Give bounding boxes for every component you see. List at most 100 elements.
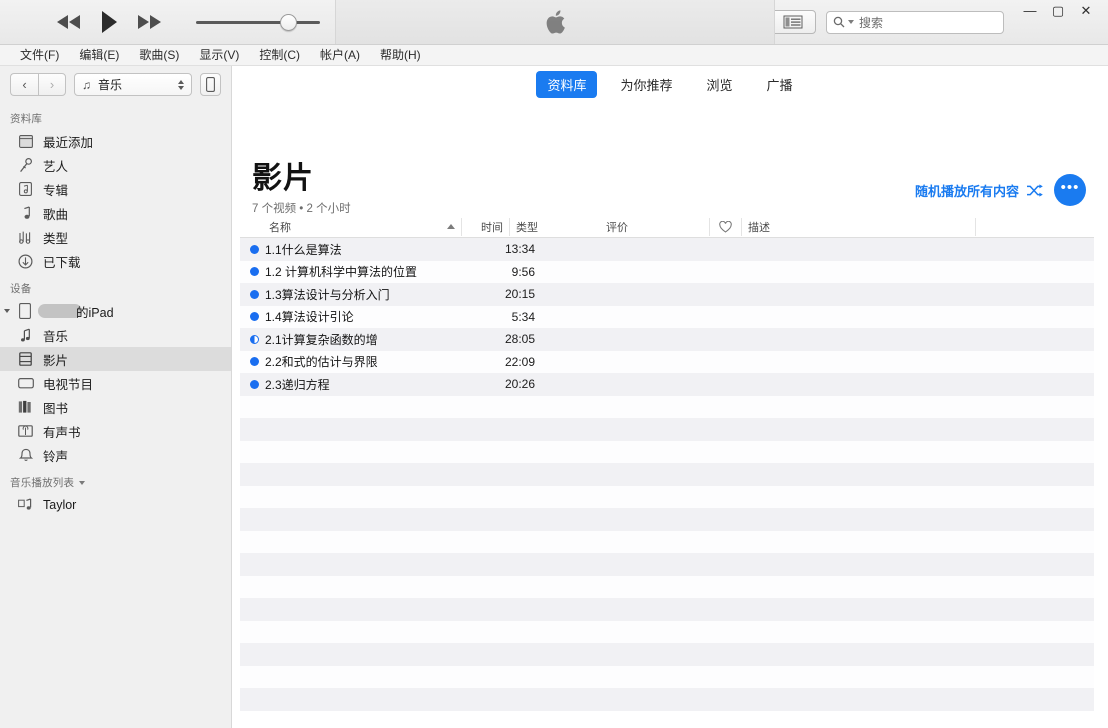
empty-table-row	[240, 463, 1094, 486]
apple-logo-icon	[545, 10, 566, 35]
content-scroll: 影片 7 个视频 • 2 个小时 随机播放所有内容 •••	[232, 103, 1108, 728]
sidebar-item-device-movies[interactable]: 影片	[0, 347, 231, 371]
column-header-name[interactable]: 名称	[244, 218, 462, 236]
recently-added-icon	[17, 133, 34, 150]
sidebar-item-label: 歌曲	[43, 204, 68, 223]
watched-status	[244, 290, 265, 299]
tv-icon	[17, 375, 34, 392]
table-row[interactable]: 1.1什么是算法 13:34	[240, 238, 1094, 261]
page-subtitle: 7 个视频 • 2 个小时	[252, 200, 351, 216]
unwatched-dot-icon	[250, 380, 259, 389]
sidebar-item-label: Taylor	[43, 498, 76, 512]
heart-icon	[719, 221, 732, 233]
table-row[interactable]: 1.2 计算机科学中算法的位置 9:56	[240, 261, 1094, 284]
tab-browse[interactable]: 浏览	[696, 71, 744, 98]
music-note-icon	[17, 327, 34, 344]
table-row[interactable]: 2.3递归方程 20:26	[240, 373, 1094, 396]
menu-account[interactable]: 帐户(A)	[310, 45, 370, 66]
forward-button[interactable]: ›	[38, 73, 66, 96]
column-header-time[interactable]: 时间	[462, 218, 510, 236]
back-button[interactable]: ‹	[10, 73, 38, 96]
menu-edit[interactable]: 编辑(E)	[69, 45, 129, 66]
more-options-button[interactable]: •••	[1054, 174, 1086, 206]
watched-status	[244, 357, 265, 366]
menu-song[interactable]: 歌曲(S)	[129, 45, 189, 66]
sidebar-item-downloaded[interactable]: 已下载	[0, 249, 231, 273]
track-name: 1.4算法设计引论	[265, 308, 487, 325]
tab-library[interactable]: 资料库	[536, 71, 597, 98]
fast-forward-button[interactable]	[136, 15, 162, 29]
sidebar-item-label: 最近添加	[43, 132, 93, 151]
tab-radio[interactable]: 广播	[756, 71, 804, 98]
search-input[interactable]: 搜索	[826, 11, 1004, 34]
empty-table-row	[240, 418, 1094, 441]
device-button[interactable]	[200, 73, 221, 96]
table-row[interactable]: 2.1计算复杂函数的增 28:05	[240, 328, 1094, 351]
empty-table-row	[240, 553, 1094, 576]
menu-file[interactable]: 文件(F)	[10, 45, 69, 66]
empty-table-row	[240, 508, 1094, 531]
sidebar-item-device-music[interactable]: 音乐	[0, 323, 231, 347]
genre-icon	[17, 229, 34, 246]
sort-ascending-icon	[447, 224, 455, 229]
volume-knob[interactable]	[280, 14, 297, 31]
empty-table-row	[240, 688, 1094, 711]
tab-for-you[interactable]: 为你推荐	[609, 71, 683, 98]
sidebar-item-genres[interactable]: 类型	[0, 225, 231, 249]
sidebar-item-albums[interactable]: 专辑	[0, 177, 231, 201]
device-icon	[206, 77, 215, 92]
chevron-stepper-icon[interactable]	[178, 80, 184, 90]
track-time: 28:05	[487, 332, 535, 346]
table-row[interactable]: 1.4算法设计引论 5:34	[240, 306, 1094, 329]
sidebar-nav-row: ‹ › ♫ 音乐	[0, 66, 231, 103]
menu-help[interactable]: 帮助(H)	[370, 45, 431, 66]
sidebar-item-artists[interactable]: 艺人	[0, 153, 231, 177]
disclosure-triangle-icon[interactable]	[4, 309, 10, 313]
sidebar-item-label: 有声书	[43, 422, 81, 441]
column-header-love[interactable]	[710, 218, 742, 236]
column-header-rating[interactable]: 评价	[600, 218, 710, 236]
sidebar-item-device-audiobooks[interactable]: 有声书	[0, 419, 231, 443]
search-scope-chevron-icon[interactable]	[848, 20, 854, 24]
header-actions: 随机播放所有内容 •••	[915, 174, 1086, 216]
column-header-type[interactable]: 类型	[510, 218, 600, 236]
chevron-down-icon[interactable]	[79, 481, 85, 485]
empty-table-row	[240, 576, 1094, 599]
volume-slider[interactable]	[196, 12, 320, 32]
rewind-button[interactable]	[56, 15, 82, 29]
sidebar-section-devices: 设备	[0, 273, 231, 299]
tab-bar: 资料库 为你推荐 浏览 广播	[232, 66, 1108, 103]
empty-table-row	[240, 441, 1094, 464]
sidebar-item-device-ringtones[interactable]: 铃声	[0, 443, 231, 467]
table-row[interactable]: 1.3算法设计与分析入门 20:15	[240, 283, 1094, 306]
sidebar-item-songs[interactable]: 歌曲	[0, 201, 231, 225]
maximize-button[interactable]: ▢	[1044, 0, 1072, 22]
list-view-button[interactable]	[770, 10, 816, 34]
page-heading-group: 影片 7 个视频 • 2 个小时	[252, 163, 351, 217]
books-icon	[17, 399, 34, 416]
sidebar-item-playlist-taylor[interactable]: Taylor	[0, 493, 231, 517]
ipad-icon	[16, 303, 33, 320]
sidebar-item-device-tvshows[interactable]: 电视节目	[0, 371, 231, 395]
close-button[interactable]: ✕	[1072, 0, 1100, 22]
sidebar-section-playlists[interactable]: 音乐播放列表	[0, 467, 231, 493]
table-row[interactable]: 2.2和式的估计与界限 22:09	[240, 351, 1094, 374]
watched-status	[244, 267, 265, 276]
watched-status	[244, 245, 265, 254]
shuffle-icon	[1026, 184, 1043, 197]
sidebar-item-recently-added[interactable]: 最近添加	[0, 129, 231, 153]
menu-controls[interactable]: 控制(C)	[249, 45, 310, 66]
menu-bar: 文件(F) 编辑(E) 歌曲(S) 显示(V) 控制(C) 帐户(A) 帮助(H…	[0, 45, 1108, 66]
shuffle-all-button[interactable]: 随机播放所有内容	[915, 181, 1043, 200]
menu-view[interactable]: 显示(V)	[189, 45, 249, 66]
media-kind-select[interactable]: ♫ 音乐	[74, 73, 192, 96]
track-name: 1.3算法设计与分析入门	[265, 286, 487, 303]
sidebar-item-device-books[interactable]: 图书	[0, 395, 231, 419]
media-kind-label: 音乐	[98, 76, 122, 93]
partially-watched-dot-icon	[250, 335, 259, 344]
sidebar-item-label: 图书	[43, 398, 68, 417]
column-header-description[interactable]: 描述	[742, 218, 976, 236]
sidebar-item-device-root[interactable]: 的iPad	[0, 299, 231, 323]
play-button[interactable]	[100, 11, 118, 33]
minimize-button[interactable]: —	[1016, 0, 1044, 22]
